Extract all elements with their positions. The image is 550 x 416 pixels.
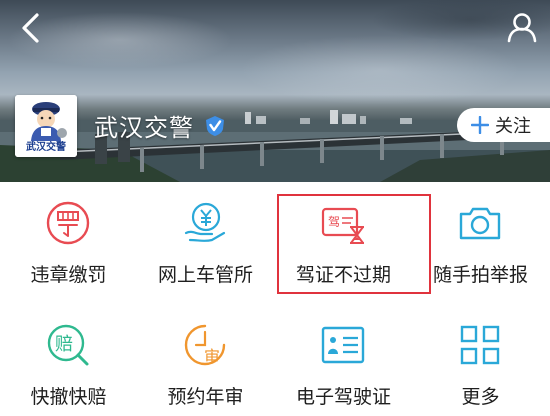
service-license-renewal[interactable]: 驾 驾证不过期 <box>275 182 412 294</box>
service-label: 更多 <box>461 386 500 408</box>
follow-label: 关注 <box>495 116 531 137</box>
back-button[interactable] <box>14 10 46 46</box>
chevron-left-icon <box>22 13 39 43</box>
svg-text:赔: 赔 <box>55 334 73 355</box>
avatar[interactable]: 武汉交警 <box>15 95 77 157</box>
service-more[interactable]: 更多 <box>412 304 549 416</box>
service-label: 驾证不过期 <box>295 264 391 286</box>
service-label: 违章缴罚 <box>30 264 107 286</box>
follow-button[interactable]: 关注 <box>457 108 550 142</box>
profile-banner: 武汉交警 武汉交警 关注 <box>0 0 550 182</box>
grid-more-icon <box>460 325 500 365</box>
plus-icon <box>471 116 489 134</box>
camera-icon <box>459 207 501 240</box>
fine-ticket-icon <box>46 201 90 245</box>
service-label: 快撤快赔 <box>30 386 107 408</box>
profile-button[interactable] <box>504 8 540 46</box>
service-photo-report[interactable]: 随手拍举报 <box>412 182 549 294</box>
service-grid: 违章缴罚 网上车管所 驾 驾证不过期 随手拍举报 赔 快撤快赔 审 预约年审 电… <box>0 182 550 408</box>
id-card-icon <box>321 326 365 364</box>
service-e-license[interactable]: 电子驾驶证 <box>275 304 412 416</box>
avatar-label: 武汉交警 <box>26 142 66 153</box>
svg-text:驾: 驾 <box>328 215 340 229</box>
compensation-magnifier-icon: 赔 <box>47 324 89 366</box>
annual-inspection-clock-icon: 审 <box>184 324 226 366</box>
service-label: 随手拍举报 <box>432 264 528 286</box>
service-quick-claim[interactable]: 赔 快撤快赔 <box>0 304 137 416</box>
service-online-vehicle-office[interactable]: 网上车管所 <box>137 182 274 294</box>
service-label: 电子驾驶证 <box>295 386 391 408</box>
service-label: 网上车管所 <box>157 264 253 286</box>
account-name: 武汉交警 <box>94 114 194 142</box>
service-label: 预约年审 <box>167 386 244 408</box>
svg-text:审: 审 <box>204 347 220 366</box>
river-bridge-photo <box>0 110 550 182</box>
verified-badge-icon <box>206 116 224 136</box>
yen-hand-icon <box>184 202 226 242</box>
service-fine-payment[interactable]: 违章缴罚 <box>0 182 137 294</box>
user-icon <box>507 13 537 43</box>
license-hourglass-icon: 驾 <box>321 207 364 244</box>
service-annual-inspection[interactable]: 审 预约年审 <box>137 304 274 416</box>
